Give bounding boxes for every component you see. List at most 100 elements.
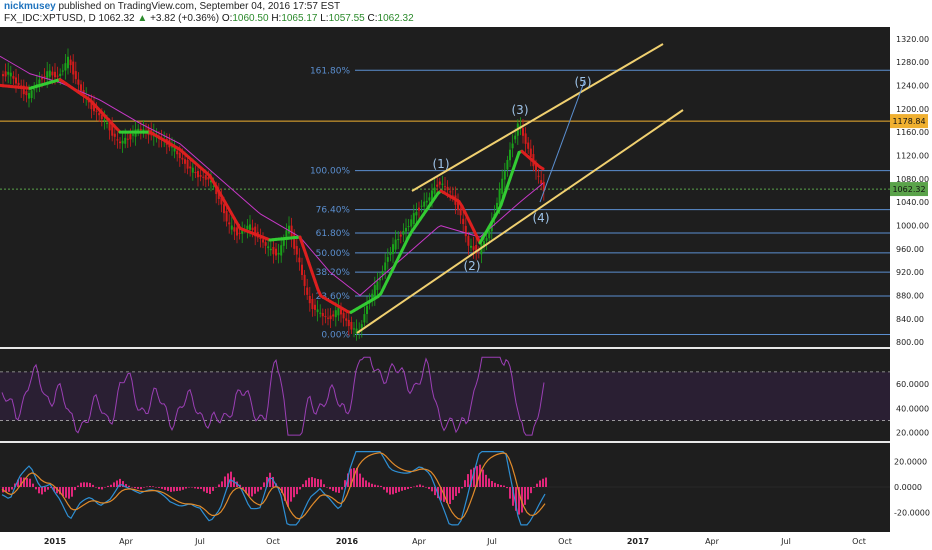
macd-histogram-bar: [371, 483, 373, 487]
time-tick-label: Oct: [852, 537, 866, 546]
macd-histogram-bar: [212, 487, 214, 491]
macd-histogram-bar: [404, 487, 406, 490]
price-tick-label: 1080.00: [896, 175, 929, 184]
price-tick-label: 1040.00: [896, 198, 929, 207]
candle-body: [441, 183, 444, 185]
macd-histogram-bar: [173, 487, 175, 492]
macd-histogram-bar: [86, 482, 88, 487]
candle-body: [402, 230, 405, 235]
candle-body: [514, 135, 517, 140]
macd-histogram-bar: [26, 478, 28, 487]
macd-histogram-bar: [305, 480, 307, 487]
macd-histogram-bar: [41, 487, 43, 495]
chart-canvas[interactable]: 161.80%100.00%76.40%61.80%50.00%38.20%23…: [0, 0, 932, 550]
macd-histogram-bar: [386, 487, 388, 493]
macd-histogram-bar: [494, 482, 496, 487]
macd-histogram-bar: [167, 487, 169, 491]
candle-body: [7, 71, 10, 75]
candle-body: [4, 71, 7, 77]
candle-body: [59, 73, 62, 77]
candle-body: [191, 167, 194, 173]
candle-body: [324, 316, 327, 318]
candle-body: [415, 211, 418, 216]
price-tick-label: 1120.00: [896, 151, 929, 160]
candle-body: [43, 76, 46, 78]
macd-histogram-bar: [83, 482, 85, 487]
macd-histogram-bar: [542, 478, 544, 487]
fib-level-label: 161.80%: [310, 66, 350, 76]
candle-body: [116, 139, 119, 141]
fib-level-label: 38.20%: [316, 268, 351, 278]
candle-body: [529, 148, 532, 157]
macd-histogram-bar: [365, 480, 367, 487]
candle-body: [428, 197, 431, 201]
macd-histogram-bar: [338, 487, 340, 493]
macd-histogram-bar: [488, 478, 490, 487]
candle-body: [95, 110, 98, 112]
candle-body: [433, 187, 436, 194]
candle-body: [30, 90, 33, 99]
macd-histogram-bar: [545, 477, 547, 487]
macd-histogram-bar: [467, 474, 469, 487]
macd-histogram-bar: [485, 474, 487, 487]
macd-histogram-bar: [44, 487, 46, 492]
time-tick-label: Jul: [780, 537, 791, 546]
candle-body: [2, 74, 4, 77]
candle-body: [384, 262, 387, 271]
candle-body: [472, 246, 475, 250]
macd-histogram-bar: [293, 487, 295, 498]
macd-histogram-bar: [71, 487, 73, 497]
candle-body: [438, 181, 441, 185]
price-tick-label: 800.00: [896, 338, 924, 347]
candle-body: [249, 224, 251, 230]
time-axis: [0, 532, 890, 550]
macd-histogram-bar: [176, 487, 178, 492]
macd-histogram-bar: [269, 472, 271, 487]
candle-body: [262, 239, 264, 243]
candle-body: [288, 225, 290, 234]
macd-histogram-bar: [137, 487, 139, 489]
candle-body: [449, 191, 452, 193]
macd-histogram-bar: [11, 487, 13, 490]
macd-histogram-bar: [80, 482, 82, 487]
macd-histogram-bar: [461, 487, 463, 489]
wave-label: (5): [575, 75, 592, 89]
candle-body: [199, 175, 202, 177]
time-tick-label: Oct: [558, 537, 572, 546]
candle-body: [462, 218, 465, 225]
candle-body: [363, 314, 366, 323]
candle-body: [311, 298, 314, 310]
macd-histogram-bar: [155, 487, 157, 488]
candle-body: [223, 204, 225, 214]
candle-body: [9, 72, 12, 77]
candle-body: [51, 71, 54, 76]
macd-histogram-bar: [308, 477, 310, 487]
macd-histogram-bar: [89, 482, 91, 487]
macd-histogram-bar: [131, 486, 133, 488]
candle-body: [186, 160, 189, 169]
macd-histogram-bar: [164, 487, 166, 490]
macd-histogram-bar: [323, 484, 325, 487]
candle-body: [194, 172, 197, 174]
macd-histogram-bar: [116, 480, 118, 487]
macd-histogram-bar: [170, 487, 172, 492]
candle-body: [56, 75, 59, 77]
macd-histogram-bar: [107, 485, 109, 487]
time-tick-label: 2017: [627, 537, 649, 546]
candle-body: [540, 180, 543, 184]
macd-histogram-bar: [8, 487, 10, 492]
candle-body: [389, 252, 392, 255]
macd-histogram-bar: [314, 478, 316, 487]
candle-body: [15, 77, 17, 84]
macd-histogram-bar: [296, 487, 298, 495]
macd-histogram-bar: [422, 485, 424, 487]
candle-body: [207, 177, 210, 180]
candle-body: [178, 152, 181, 159]
candle-body: [80, 84, 82, 91]
rsi-tick-label: 60.0000: [896, 380, 929, 389]
candle-body: [511, 143, 514, 149]
candle-body: [295, 246, 298, 255]
candle-body: [228, 222, 231, 225]
candle-body: [246, 225, 249, 230]
macd-histogram-bar: [536, 483, 538, 487]
